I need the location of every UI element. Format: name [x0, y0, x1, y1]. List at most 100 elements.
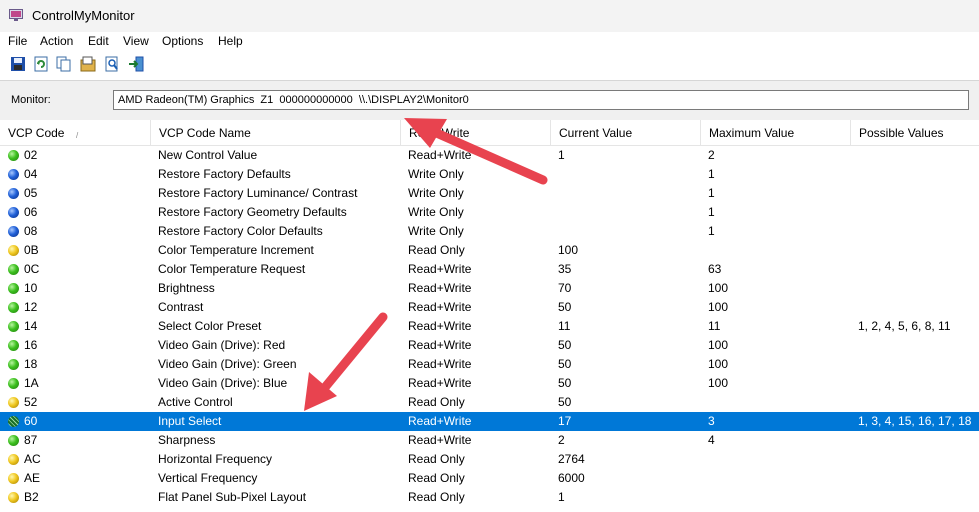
vcp-code-cell: 60: [24, 414, 38, 428]
table-row[interactable]: 0B Color Temperature Increment Read Only 10…: [0, 241, 979, 260]
maximum-value-cell: 1: [708, 167, 715, 181]
save-icon[interactable]: [10, 56, 26, 72]
vcp-code-cell: 52: [24, 395, 38, 409]
exit-icon[interactable]: [128, 56, 144, 72]
status-yellow-icon: [8, 397, 19, 408]
col-read-write[interactable]: Read-Write: [401, 120, 551, 145]
vcp-name-cell: Video Gain (Drive): Green: [158, 357, 297, 371]
table-row[interactable]: 10 Brightness Read+Write 70 100: [0, 279, 979, 298]
read-write-cell: Read+Write: [408, 414, 472, 428]
maximum-value-cell: 63: [708, 262, 722, 276]
status-yellow-icon: [8, 492, 19, 503]
status-yellow-icon: [8, 245, 19, 256]
current-value-cell: 50: [558, 338, 572, 352]
current-value-cell: 2764: [558, 452, 585, 466]
col-current-value[interactable]: Current Value: [551, 120, 701, 145]
table-row[interactable]: 1A Video Gain (Drive): Blue Read+Write 50 10…: [0, 374, 979, 393]
refresh-icon[interactable]: [33, 56, 49, 72]
vcp-name-cell: Color Temperature Request: [158, 262, 306, 276]
vcp-name-cell: Restore Factory Luminance/ Contrast: [158, 186, 358, 200]
menu-view[interactable]: View: [123, 34, 149, 48]
col-maximum-value[interactable]: Maximum Value: [701, 120, 851, 145]
vcp-name-cell: Contrast: [158, 300, 204, 314]
table-row[interactable]: AC Horizontal Frequency Read Only 2764: [0, 450, 979, 469]
vcp-code-cell: 16: [24, 338, 38, 352]
table-row[interactable]: AE Vertical Frequency Read Only 6000: [0, 469, 979, 488]
vcp-name-cell: Input Select: [158, 414, 222, 428]
status-yellow-icon: [8, 473, 19, 484]
read-write-cell: Read+Write: [408, 319, 472, 333]
read-write-cell: Read Only: [408, 490, 465, 504]
vcp-code-cell: 1A: [24, 376, 39, 390]
current-value-cell: 50: [558, 376, 572, 390]
read-write-cell: Write Only: [408, 205, 464, 219]
table-header: VCP Code / VCP Code Name Read-Write Curr…: [0, 120, 979, 146]
current-value-cell: 1: [558, 490, 565, 504]
monitor-select[interactable]: AMD Radeon(TM) Graphics Z1 000000000000 …: [113, 90, 969, 110]
maximum-value-cell: 100: [708, 376, 729, 390]
table-row[interactable]: 60 Input Select Read+Write 17 3 1, 3, 4, 15, …: [0, 412, 979, 431]
current-value-cell: 100: [558, 243, 579, 257]
menu-help[interactable]: Help: [218, 34, 243, 48]
status-green-icon: [8, 264, 19, 275]
vcp-code-cell: AE: [24, 471, 41, 485]
status-green-icon: [8, 378, 19, 389]
vcp-name-cell: Sharpness: [158, 433, 216, 447]
table-row[interactable]: 52 Active Control Read Only 50: [0, 393, 979, 412]
table-row[interactable]: 18 Video Gain (Drive): Green Read+Write 50 1…: [0, 355, 979, 374]
table-row[interactable]: 12 Contrast Read+Write 50 100: [0, 298, 979, 317]
app-icon: [9, 9, 23, 21]
table-row[interactable]: 16 Video Gain (Drive): Red Read+Write 50 100: [0, 336, 979, 355]
table-row[interactable]: 06 Restore Factory Geometry Defaults Write…: [0, 203, 979, 222]
col-vcp-code-name[interactable]: VCP Code Name: [151, 120, 401, 145]
table-row[interactable]: 08 Restore Factory Color Defaults Write On…: [0, 222, 979, 241]
possible-values-cell: 1, 3, 4, 15, 16, 17, 18: [858, 414, 972, 428]
maximum-value-cell: 1: [708, 186, 715, 200]
toolbar: [0, 52, 979, 78]
menu-action[interactable]: Action: [40, 34, 73, 48]
maximum-value-cell: 11: [708, 319, 721, 333]
menu-options[interactable]: Options: [162, 34, 203, 48]
current-value-cell: 17: [558, 414, 572, 428]
monitor-label: Monitor:: [11, 94, 51, 106]
read-write-cell: Read+Write: [408, 262, 472, 276]
col-possible-values[interactable]: Possible Values: [851, 120, 979, 145]
current-value-cell: 11: [558, 319, 571, 333]
maximum-value-cell: 100: [708, 338, 729, 352]
read-write-cell: Read+Write: [408, 433, 472, 447]
vcp-name-cell: Video Gain (Drive): Red: [158, 338, 286, 352]
properties-icon[interactable]: [80, 56, 96, 72]
status-green-icon: [8, 359, 19, 370]
read-write-cell: Read+Write: [408, 300, 472, 314]
table-row[interactable]: 87 Sharpness Read+Write 2 4: [0, 431, 979, 450]
maximum-value-cell: 1: [708, 205, 715, 219]
find-icon[interactable]: [104, 56, 120, 72]
read-write-cell: Read+Write: [408, 148, 472, 162]
table-row[interactable]: 0C Color Temperature Request Read+Write 35 6…: [0, 260, 979, 279]
read-write-cell: Read Only: [408, 243, 465, 257]
vcp-code-cell: 87: [24, 433, 38, 447]
table-row[interactable]: 04 Restore Factory Defaults Write Only 1: [0, 165, 979, 184]
table-row[interactable]: 05 Restore Factory Luminance/ Contrast Wri…: [0, 184, 979, 203]
table-row[interactable]: 02 New Control Value Read+Write 1 2: [0, 146, 979, 165]
vcp-name-cell: Flat Panel Sub-Pixel Layout: [158, 490, 307, 504]
status-green-icon: [8, 283, 19, 294]
possible-values-cell: 1, 2, 4, 5, 6, 8, 11: [858, 319, 951, 333]
vcp-code-cell: B2: [24, 490, 39, 504]
vcp-code-cell: 12: [24, 300, 38, 314]
status-green-icon: [8, 340, 19, 351]
vcp-name-cell: Color Temperature Increment: [158, 243, 314, 257]
vcp-code-cell: 05: [24, 186, 38, 200]
vcp-name-cell: Select Color Preset: [158, 319, 262, 333]
col-vcp-code[interactable]: VCP Code /: [0, 120, 151, 145]
read-write-cell: Read+Write: [408, 357, 472, 371]
vcp-code-cell: 18: [24, 357, 38, 371]
table-row[interactable]: B2 Flat Panel Sub-Pixel Layout Read Only 1: [0, 488, 979, 507]
copy-icon[interactable]: [56, 56, 72, 72]
table-row[interactable]: 14 Select Color Preset Read+Write 11 11 1, 2,…: [0, 317, 979, 336]
vcp-table: VCP Code / VCP Code Name Read-Write Curr…: [0, 120, 979, 512]
menu-edit[interactable]: Edit: [88, 34, 109, 48]
menu-file[interactable]: File: [8, 34, 27, 48]
maximum-value-cell: 3: [708, 414, 715, 428]
status-blue-icon: [8, 169, 19, 180]
